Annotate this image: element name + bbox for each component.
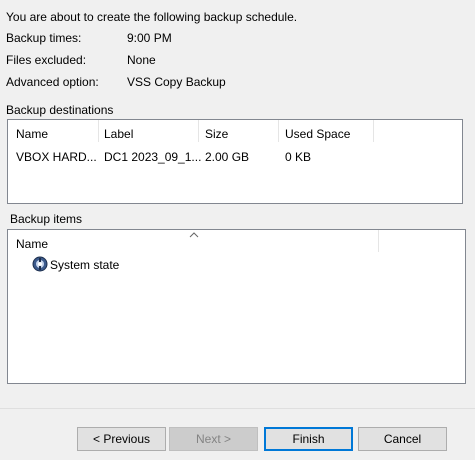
table-row[interactable]: VBOX HARD... DC1 2023_09_1... 2.00 GB 0 … — [8, 146, 462, 166]
intro-text: You are about to create the following ba… — [6, 10, 298, 24]
destinations-header: Name Label Size Used Space — [8, 120, 462, 142]
column-header-label[interactable]: Label — [104, 127, 133, 141]
column-separator — [373, 120, 374, 142]
backup-destinations-list[interactable]: Name Label Size Used Space VBOX HARD... … — [7, 119, 463, 204]
backup-schedule-confirmation-page: { "intro": "You are about to create the … — [0, 0, 475, 460]
advanced-option-value: VSS Copy Backup — [127, 75, 226, 89]
backup-destinations-title: Backup destinations — [6, 103, 114, 117]
finish-button[interactable]: Finish — [264, 427, 353, 451]
previous-button[interactable]: < Previous — [77, 427, 166, 451]
column-header-size[interactable]: Size — [205, 127, 228, 141]
cancel-button[interactable]: Cancel — [358, 427, 447, 451]
destination-size: 2.00 GB — [205, 150, 250, 164]
destination-label: DC1 2023_09_1... — [104, 150, 202, 164]
destination-used-space: 0 KB — [285, 150, 312, 164]
column-header-used-space[interactable]: Used Space — [285, 127, 350, 141]
list-item[interactable]: System state — [32, 256, 152, 274]
sort-ascending-icon — [189, 228, 199, 242]
backup-items-title: Backup items — [10, 212, 83, 226]
files-excluded-label: Files excluded: — [6, 53, 87, 67]
column-separator — [278, 120, 279, 142]
system-state-icon — [32, 256, 48, 275]
files-excluded-value: None — [127, 53, 156, 67]
backup-times-label: Backup times: — [6, 31, 82, 45]
column-separator — [198, 120, 199, 142]
item-name: System state — [50, 258, 120, 272]
column-separator — [98, 120, 99, 142]
advanced-option-label: Advanced option: — [6, 75, 99, 89]
wizard-footer: < Previous Next > Finish Cancel — [0, 408, 475, 460]
items-header: Name — [8, 230, 465, 252]
column-header-name[interactable]: Name — [16, 127, 48, 141]
backup-items-list[interactable]: Name System state — [7, 229, 466, 384]
backup-times-value: 9:00 PM — [127, 31, 172, 45]
next-button[interactable]: Next > — [169, 427, 258, 451]
column-separator — [378, 230, 379, 252]
destination-name: VBOX HARD... — [16, 150, 97, 164]
column-header-name[interactable]: Name — [16, 237, 48, 251]
